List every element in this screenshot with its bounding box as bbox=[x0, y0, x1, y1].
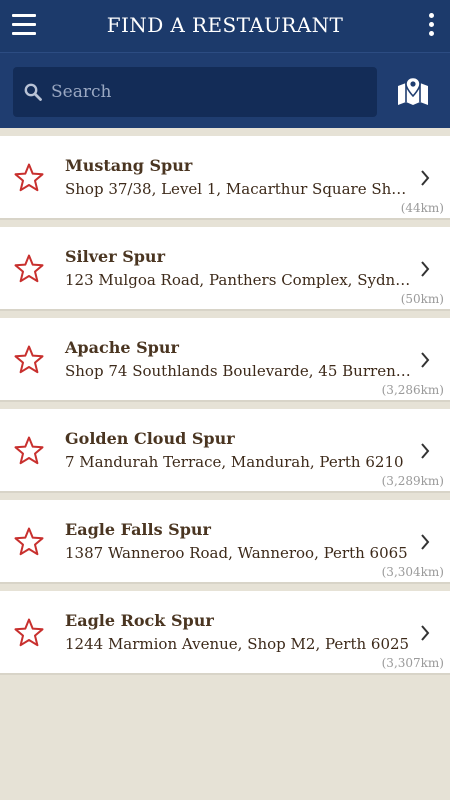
list-item[interactable]: Eagle Rock Spur 1244 Marmion Avenue, Sho… bbox=[0, 591, 450, 675]
list-item[interactable]: Apache Spur Shop 74 Southlands Boulevard… bbox=[0, 318, 450, 402]
search-bar bbox=[0, 52, 450, 128]
search-input[interactable] bbox=[51, 78, 361, 106]
restaurant-name: Silver Spur bbox=[65, 247, 165, 266]
star-favorite-icon[interactable] bbox=[13, 344, 45, 376]
restaurant-address: 7 Mandurah Terrace, Mandurah, Perth 6210 bbox=[65, 453, 404, 471]
search-box[interactable] bbox=[13, 67, 377, 117]
page-title: FIND A RESTAURANT bbox=[106, 13, 344, 37]
star-favorite-icon[interactable] bbox=[13, 526, 45, 558]
list-item[interactable]: Silver Spur 123 Mulgoa Road, Panthers Co… bbox=[0, 227, 450, 311]
chevron-right-icon bbox=[421, 261, 430, 277]
app-bar: FIND A RESTAURANT bbox=[0, 0, 450, 52]
more-options-icon[interactable] bbox=[428, 13, 436, 39]
restaurant-address: 1244 Marmion Avenue, Shop M2, Perth 6025 bbox=[65, 635, 410, 653]
restaurant-name: Eagle Rock Spur bbox=[65, 611, 214, 630]
restaurant-distance: (3,304km) bbox=[381, 565, 444, 579]
list-item[interactable]: Eagle Falls Spur 1387 Wanneroo Road, Wan… bbox=[0, 500, 450, 584]
restaurant-address: Shop 74 Southlands Boulevarde, 45 Burren… bbox=[65, 362, 411, 380]
star-favorite-icon[interactable] bbox=[13, 162, 45, 194]
restaurant-distance: (3,289km) bbox=[381, 474, 444, 488]
star-favorite-icon[interactable] bbox=[13, 435, 45, 467]
star-favorite-icon[interactable] bbox=[13, 253, 45, 285]
chevron-right-icon bbox=[421, 443, 430, 459]
restaurant-name: Golden Cloud Spur bbox=[65, 429, 235, 448]
chevron-right-icon bbox=[421, 170, 430, 186]
restaurant-address: 1387 Wanneroo Road, Wanneroo, Perth 6065 bbox=[65, 544, 408, 562]
restaurant-distance: (3,286km) bbox=[381, 383, 444, 397]
map-icon[interactable] bbox=[396, 77, 430, 107]
restaurant-name: Eagle Falls Spur bbox=[65, 520, 211, 539]
restaurant-name: Apache Spur bbox=[65, 338, 179, 357]
chevron-right-icon bbox=[421, 534, 430, 550]
restaurant-distance: (50km) bbox=[400, 292, 444, 306]
restaurant-address: Shop 37/38, Level 1, Macarthur Square Sh… bbox=[65, 180, 411, 198]
search-icon bbox=[24, 83, 42, 101]
star-favorite-icon[interactable] bbox=[13, 617, 45, 649]
restaurant-address: 123 Mulgoa Road, Panthers Complex, Sydne… bbox=[65, 271, 411, 289]
restaurant-distance: (3,307km) bbox=[381, 656, 444, 670]
restaurant-distance: (44km) bbox=[400, 201, 444, 215]
list-item[interactable]: Mustang Spur Shop 37/38, Level 1, Macart… bbox=[0, 136, 450, 220]
list-item[interactable]: Golden Cloud Spur 7 Mandurah Terrace, Ma… bbox=[0, 409, 450, 493]
restaurant-list: Mustang Spur Shop 37/38, Level 1, Macart… bbox=[0, 136, 450, 682]
chevron-right-icon bbox=[421, 625, 430, 641]
restaurant-name: Mustang Spur bbox=[65, 156, 193, 175]
chevron-right-icon bbox=[421, 352, 430, 368]
